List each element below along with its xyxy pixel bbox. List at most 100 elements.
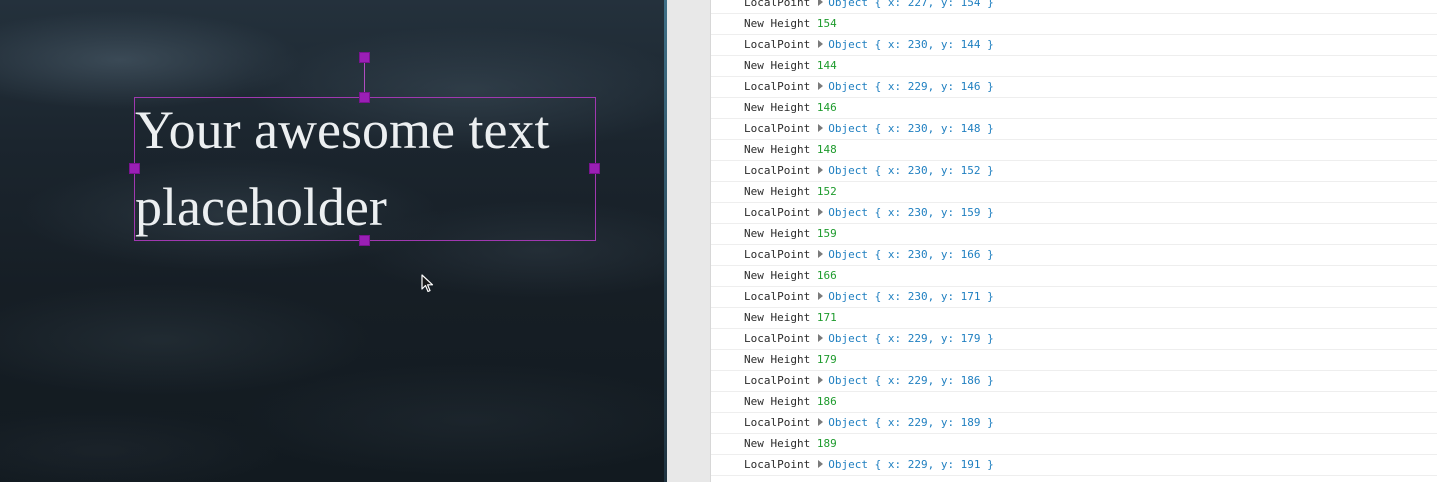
- console-object[interactable]: Object { x: 230, y: 171 }: [828, 290, 994, 303]
- console-row-text: New Height 171: [744, 308, 837, 328]
- console-object[interactable]: Object { x: 230, y: 148 }: [828, 122, 994, 135]
- expand-triangle-icon[interactable]: [818, 40, 824, 48]
- console-row-text: LocalPoint Object { x: 229, y: 146 }: [744, 77, 994, 97]
- console-number: 152: [816, 185, 837, 198]
- console-object[interactable]: Object { x: 230, y: 166 }: [828, 248, 994, 261]
- console-label: New Height: [744, 143, 811, 156]
- expand-triangle-icon[interactable]: [818, 208, 824, 216]
- expand-triangle-icon[interactable]: [818, 82, 824, 90]
- console-row-new-height: New Height 148: [711, 140, 1437, 161]
- console-label: LocalPoint: [744, 290, 811, 303]
- console-panel[interactable]: LocalPoint Object { x: 227, y: 154 } New H…: [711, 0, 1437, 482]
- console-object[interactable]: Object { x: 230, y: 144 }: [828, 38, 994, 51]
- console-row-localpoint: LocalPoint Object { x: 230, y: 152 }: [711, 161, 1437, 182]
- console-object[interactable]: Object { x: 230, y: 159 }: [828, 206, 994, 219]
- console-row-text: New Height 159: [744, 224, 837, 244]
- console-number: 171: [816, 311, 837, 324]
- console-label: New Height: [744, 269, 811, 282]
- console-row-localpoint: LocalPoint Object { x: 230, y: 159 }: [711, 203, 1437, 224]
- console-object[interactable]: Object { x: 229, y: 186 }: [828, 374, 994, 387]
- console-object[interactable]: Object { x: 229, y: 189 }: [828, 416, 994, 429]
- console-label: New Height: [744, 227, 811, 240]
- console-row-localpoint: LocalPoint Object { x: 230, y: 166 }: [711, 245, 1437, 266]
- panel-gutter: [667, 0, 711, 482]
- rotation-handle[interactable]: [359, 52, 370, 63]
- console-row-new-height: New Height 189: [711, 434, 1437, 455]
- console-label: LocalPoint: [744, 206, 811, 219]
- console-row-new-height: New Height 146: [711, 98, 1437, 119]
- console-row-new-height: New Height 152: [711, 182, 1437, 203]
- console-object[interactable]: Object { x: 229, y: 179 }: [828, 332, 994, 345]
- console-row-text: LocalPoint Object { x: 229, y: 186 }: [744, 371, 994, 391]
- console-label: LocalPoint: [744, 80, 811, 93]
- resize-handle-top[interactable]: [359, 92, 370, 103]
- console-label: New Height: [744, 101, 811, 114]
- console-row-new-height: New Height 144: [711, 56, 1437, 77]
- console-row-new-height: New Height 186: [711, 392, 1437, 413]
- console-number: 154: [816, 17, 837, 30]
- console-row-text: New Height 154: [744, 14, 837, 34]
- console-label: LocalPoint: [744, 0, 811, 9]
- console-label: New Height: [744, 185, 811, 198]
- console-row-text: LocalPoint Object { x: 227, y: 154 }: [744, 0, 994, 13]
- console-label: LocalPoint: [744, 38, 811, 51]
- console-row-localpoint: LocalPoint Object { x: 229, y: 146 }: [711, 77, 1437, 98]
- expand-triangle-icon[interactable]: [818, 0, 824, 6]
- console-label: New Height: [744, 17, 811, 30]
- arrow-cursor-icon: [421, 274, 434, 293]
- console-number: 166: [816, 269, 837, 282]
- console-row-text: New Height 148: [744, 140, 837, 160]
- console-row-text: LocalPoint Object { x: 229, y: 179 }: [744, 329, 994, 349]
- expand-triangle-icon[interactable]: [818, 460, 824, 468]
- console-row-new-height: New Height 154: [711, 14, 1437, 35]
- console-row-text: New Height 186: [744, 392, 837, 412]
- console-label: LocalPoint: [744, 332, 811, 345]
- expand-triangle-icon[interactable]: [818, 418, 824, 426]
- console-row-text: LocalPoint Object { x: 229, y: 189 }: [744, 413, 994, 433]
- expand-triangle-icon[interactable]: [818, 292, 824, 300]
- console-number: 144: [816, 59, 837, 72]
- console-row-text: LocalPoint Object { x: 230, y: 166 }: [744, 245, 994, 265]
- app-root: Your awesome text placeholder LocalPoint…: [0, 0, 1437, 482]
- console-row-new-height: New Height 159: [711, 224, 1437, 245]
- console-row-text: New Height 166: [744, 266, 837, 286]
- console-label: LocalPoint: [744, 248, 811, 261]
- console-object[interactable]: Object { x: 229, y: 146 }: [828, 80, 994, 93]
- console-row-text: New Height 152: [744, 182, 837, 202]
- console-object[interactable]: Object { x: 227, y: 154 }: [828, 0, 994, 9]
- console-label: LocalPoint: [744, 416, 811, 429]
- console-label: New Height: [744, 395, 811, 408]
- expand-triangle-icon[interactable]: [818, 334, 824, 342]
- console-label: New Height: [744, 353, 811, 366]
- console-row-new-height: New Height 166: [711, 266, 1437, 287]
- expand-triangle-icon[interactable]: [818, 376, 824, 384]
- console-row-localpoint: LocalPoint Object { x: 230, y: 148 }: [711, 119, 1437, 140]
- resize-handle-right[interactable]: [589, 163, 600, 174]
- console-row-localpoint: LocalPoint Object { x: 230, y: 171 }: [711, 287, 1437, 308]
- console-row-localpoint: LocalPoint Object { x: 229, y: 186 }: [711, 371, 1437, 392]
- selection-box: [134, 97, 596, 241]
- console-label: New Height: [744, 311, 811, 324]
- console-object[interactable]: Object { x: 230, y: 152 }: [828, 164, 994, 177]
- console-row-localpoint: LocalPoint Object { x: 230, y: 144 }: [711, 35, 1437, 56]
- console-label: LocalPoint: [744, 164, 811, 177]
- expand-triangle-icon[interactable]: [818, 250, 824, 258]
- console-row-text: New Height 179: [744, 350, 837, 370]
- resize-handle-bottom[interactable]: [359, 235, 370, 246]
- console-number: 189: [816, 437, 837, 450]
- editor-canvas[interactable]: Your awesome text placeholder: [0, 0, 667, 482]
- console-label: LocalPoint: [744, 458, 811, 471]
- console-row-new-height: New Height 179: [711, 350, 1437, 371]
- console-number: 159: [816, 227, 837, 240]
- console-object[interactable]: Object { x: 229, y: 191 }: [828, 458, 994, 471]
- console-label: LocalPoint: [744, 122, 811, 135]
- console-label: New Height: [744, 59, 811, 72]
- console-row-new-height: New Height 171: [711, 308, 1437, 329]
- expand-triangle-icon[interactable]: [818, 166, 824, 174]
- console-row-localpoint: LocalPoint Object { x: 229, y: 189 }: [711, 413, 1437, 434]
- expand-triangle-icon[interactable]: [818, 124, 824, 132]
- resize-handle-left[interactable]: [129, 163, 140, 174]
- console-row-text: LocalPoint Object { x: 230, y: 171 }: [744, 287, 994, 307]
- console-number: 186: [816, 395, 837, 408]
- console-row-text: New Height 144: [744, 56, 837, 76]
